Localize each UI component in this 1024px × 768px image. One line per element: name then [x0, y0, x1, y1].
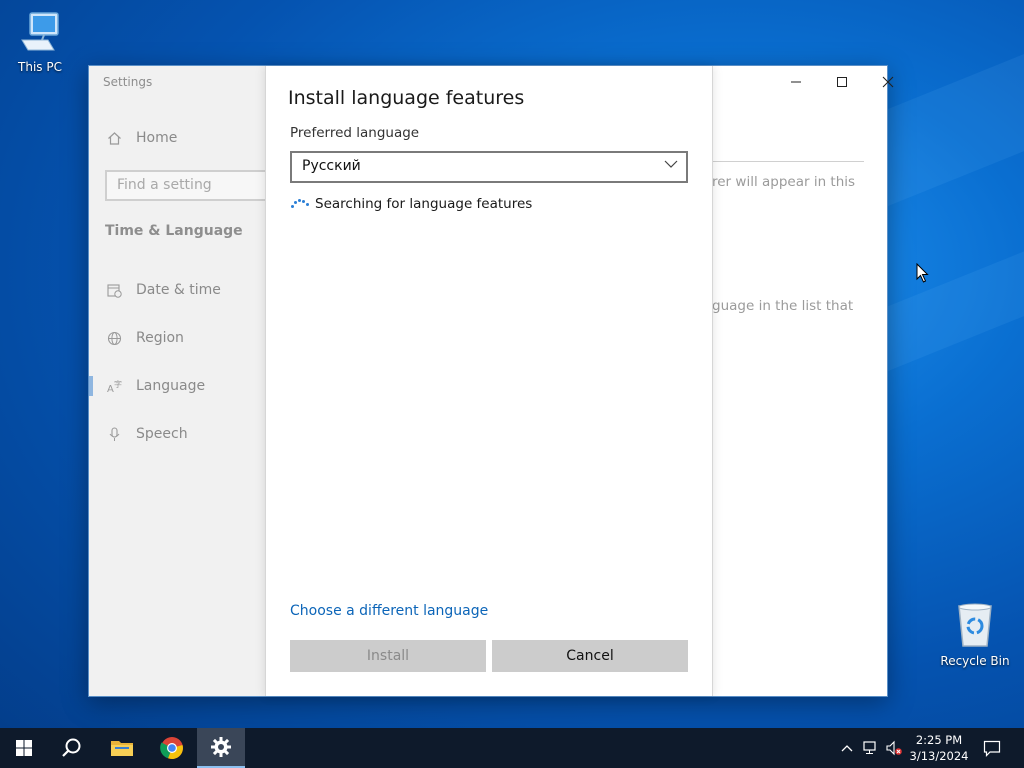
background-page: rer will appear in this guage in the lis…	[712, 66, 894, 696]
notification-icon	[983, 740, 1001, 757]
loading-spinner-icon	[290, 197, 310, 211]
calendar-clock-icon	[106, 282, 122, 298]
cancel-button[interactable]: Cancel	[492, 640, 688, 672]
folder-icon	[111, 741, 133, 756]
taskbar: 2:25 PM 3/13/2024	[0, 728, 1024, 768]
section-title: Time & Language	[105, 223, 243, 239]
status-text: Searching for language features	[315, 196, 533, 212]
mouse-cursor-icon	[916, 263, 929, 283]
preferred-language-label: Preferred language	[290, 125, 420, 141]
settings-window: Settings Home Find a setting Time & Lang…	[88, 65, 894, 697]
recycle-bin-icon	[958, 603, 992, 647]
close-button[interactable]	[865, 68, 911, 96]
desktop-icon-label: Recycle Bin	[940, 654, 1010, 668]
gear-icon	[211, 737, 231, 757]
maximize-button[interactable]	[819, 68, 865, 96]
desktop-icon-label: This PC	[18, 60, 62, 74]
nav-item-language[interactable]: A字 Language	[89, 366, 266, 406]
minimize-icon	[791, 81, 801, 83]
taskbar-clock[interactable]: 2:25 PM 3/13/2024	[906, 732, 972, 764]
windows-logo-icon	[16, 740, 32, 756]
this-pc-icon	[21, 12, 59, 51]
nav-item-home[interactable]: Home	[89, 118, 266, 158]
volume-status[interactable]	[885, 738, 903, 758]
divider	[712, 161, 864, 162]
nav-item-label: Home	[136, 130, 178, 146]
taskbar-settings[interactable]	[197, 728, 245, 768]
search-placeholder: Find a setting	[117, 177, 212, 193]
taskbar-file-explorer[interactable]	[98, 728, 146, 768]
microphone-icon	[106, 426, 122, 442]
home-icon	[106, 130, 122, 146]
svg-text:A: A	[107, 384, 114, 394]
action-center-button[interactable]	[982, 738, 1002, 758]
clock-time: 2:25 PM	[915, 733, 963, 747]
selected-language: Русский	[302, 158, 361, 174]
dialog-title: Install language features	[288, 87, 525, 109]
background-text: guage in the list that	[712, 298, 854, 314]
network-icon	[863, 741, 876, 754]
search-icon	[62, 738, 81, 757]
search-status: Searching for language features	[290, 196, 532, 212]
chrome-icon	[160, 737, 183, 760]
nav-item-label: Date & time	[136, 282, 221, 298]
language-icon: A字	[106, 378, 122, 394]
desktop-icon-this-pc[interactable]: This PC	[2, 10, 78, 74]
svg-text:字: 字	[114, 379, 122, 389]
preferred-language-dropdown[interactable]: Русский	[290, 151, 688, 183]
find-setting-input[interactable]: Find a setting	[105, 170, 266, 201]
show-hidden-icons-button[interactable]	[838, 738, 856, 758]
taskbar-search-button[interactable]	[48, 728, 96, 768]
install-language-dialog: Install language features Preferred lang…	[265, 66, 713, 696]
start-button[interactable]	[0, 728, 48, 768]
minimize-button[interactable]	[773, 68, 819, 96]
app-title: Settings	[103, 75, 153, 89]
nav-item-label: Speech	[136, 426, 188, 442]
chevron-up-icon	[841, 745, 853, 752]
chevron-down-icon	[664, 160, 678, 168]
nav-item-label: Language	[136, 378, 206, 394]
settings-sidebar: Settings Home Find a setting Time & Lang…	[89, 66, 266, 696]
globe-icon	[106, 330, 122, 346]
taskbar-chrome[interactable]	[148, 728, 196, 768]
speaker-muted-icon	[886, 740, 902, 756]
network-status[interactable]	[862, 738, 880, 758]
close-icon	[882, 76, 894, 88]
background-text: rer will appear in this	[712, 174, 856, 190]
nav-item-date-time[interactable]: Date & time	[89, 270, 266, 310]
nav-item-region[interactable]: Region	[89, 318, 266, 358]
nav-item-speech[interactable]: Speech	[89, 414, 266, 454]
choose-different-language-link[interactable]: Choose a different language	[290, 603, 488, 619]
desktop-icon-recycle-bin[interactable]: Recycle Bin	[937, 602, 1013, 668]
clock-date: 3/13/2024	[909, 749, 969, 763]
nav-item-label: Region	[136, 330, 184, 346]
maximize-icon	[837, 77, 847, 87]
install-button[interactable]: Install	[290, 640, 486, 672]
